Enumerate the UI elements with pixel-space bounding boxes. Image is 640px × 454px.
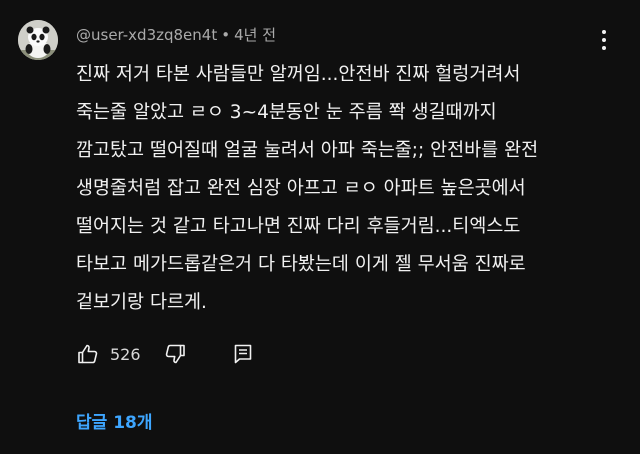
panda-avatar-icon	[18, 20, 58, 60]
author-handle[interactable]: @user-xd3zq8en4t	[76, 26, 217, 44]
comment-line: 진짜 저거 타본 사람들만 알꺼임...안전바 진짜 헐렁거려서	[76, 64, 521, 85]
avatar[interactable]	[18, 20, 58, 60]
view-replies-button[interactable]: 답글 18개	[76, 408, 153, 433]
reply-button[interactable]	[231, 342, 255, 366]
more-vertical-icon[interactable]	[594, 26, 614, 54]
meta-separator: •	[221, 26, 231, 44]
comment-line: 타보고 메가드롭같은거 다 타봤는데 이게 젤 무서움 진짜로	[76, 254, 526, 275]
comment-line: 생명줄처럼 잡고 완전 심장 아프고 ㄹㅇ 아파트 높은곳에서	[76, 178, 526, 199]
comment-meta: @user-xd3zq8en4t • 4년 전	[76, 24, 276, 45]
thumbs-down-icon	[165, 344, 185, 364]
comment-line: 죽는줄 알았고 ㄹㅇ 3~4분동안 눈 주름 쫙 생길때까지	[76, 102, 497, 123]
comment-actions: 526	[76, 340, 255, 368]
comment-text: 진짜 저거 타본 사람들만 알꺼임...안전바 진짜 헐렁거려서 죽는줄 알았고…	[76, 56, 616, 322]
comment-timestamp[interactable]: 4년 전	[234, 26, 276, 44]
like-count: 526	[110, 344, 141, 364]
comment-line: 깜고탔고 떨어질때 얼굴 눌려서 아파 죽는줄;; 안전바를 완전	[76, 140, 539, 161]
dislike-button[interactable]	[163, 342, 187, 366]
comment-line: 겉보기랑 다르게.	[76, 292, 207, 313]
like-button[interactable]	[76, 342, 100, 366]
comment-line: 떨어지는 것 같고 타고나면 진짜 다리 후들거림...티엑스도	[76, 216, 521, 237]
reply-icon	[234, 344, 251, 364]
thumbs-up-icon	[78, 344, 98, 364]
